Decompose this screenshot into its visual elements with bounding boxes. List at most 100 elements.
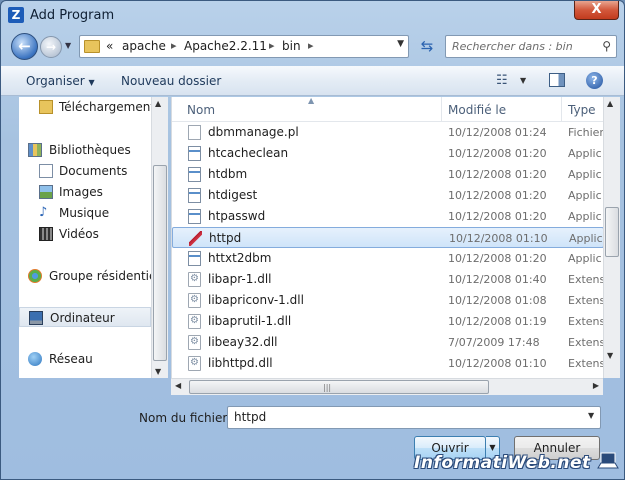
address-history-chevron-down-icon[interactable]: ▼ — [397, 39, 404, 49]
file-row[interactable]: htcacheclean 10/12/2008 01:20 Applic — [172, 143, 603, 164]
breadcrumb-apache[interactable]: apache — [122, 39, 166, 53]
title-bar[interactable]: Z Add Program X — [1, 1, 624, 31]
new-folder-button[interactable]: Nouveau dossier — [121, 74, 221, 88]
document-file-icon — [188, 125, 201, 140]
file-type: Applic — [568, 210, 602, 223]
nav-label: Bibliothèques — [49, 143, 131, 157]
dll-file-icon — [188, 356, 201, 371]
sort-ascending-icon: ▲ — [308, 97, 315, 105]
images-icon — [39, 185, 53, 199]
file-row[interactable]: htpasswd 10/12/2008 01:20 Applic — [172, 206, 603, 227]
navigation-bar: ← → ▼ « apache ▸ Apache2.2.11 ▸ bin ▸ ▼ … — [7, 32, 619, 62]
organize-menu[interactable]: Organiser ▼ — [26, 74, 95, 88]
dll-file-icon — [188, 293, 201, 308]
filename-history-chevron-down-icon[interactable]: ▼ — [588, 411, 594, 420]
address-bar[interactable]: « apache ▸ Apache2.2.11 ▸ bin ▸ ▼ — [79, 35, 409, 58]
file-date: 10/12/2008 01:20 — [448, 189, 547, 202]
breadcrumb-apache2211[interactable]: Apache2.2.11 — [184, 39, 267, 53]
file-name: dbmmanage.pl — [208, 125, 299, 139]
file-row[interactable]: libapriconv-1.dll 10/12/2008 01:08 Exten… — [172, 290, 603, 311]
forward-button[interactable]: → — [40, 36, 62, 58]
file-row[interactable]: libaprutil-1.dll 10/12/2008 01:19 Extens — [172, 311, 603, 332]
column-divider[interactable] — [561, 97, 562, 122]
breadcrumb-bin[interactable]: bin — [282, 39, 301, 53]
breadcrumb-overflow[interactable]: « — [106, 39, 113, 53]
file-name: htpasswd — [208, 209, 266, 223]
search-icon[interactable]: ⚲ — [602, 39, 611, 53]
file-date: 10/12/2008 01:40 — [448, 273, 547, 286]
file-row[interactable]: libeay32.dll 7/07/2009 17:48 Extens — [172, 332, 603, 353]
column-header-modified[interactable]: Modifié le — [448, 103, 506, 117]
file-row[interactable]: libhttpd.dll 10/12/2008 01:10 Extens — [172, 353, 603, 374]
network-globe-icon — [28, 352, 42, 366]
file-name: htcacheclean — [208, 146, 289, 160]
homegroup-icon — [28, 269, 42, 283]
view-options-chevron-down-icon[interactable]: ▼ — [520, 76, 526, 85]
videos-icon — [39, 227, 53, 241]
refresh-icon[interactable]: ⇆ — [415, 35, 439, 58]
scroll-up-arrow-icon[interactable]: ▲ — [155, 99, 161, 108]
nav-label: Images — [59, 185, 103, 199]
nav-item-videos[interactable]: Vidéos — [19, 224, 151, 244]
file-row-selected[interactable]: httpd 10/12/2008 01:10 Applic — [172, 227, 603, 248]
scroll-left-arrow-icon[interactable]: ◀ — [175, 381, 181, 390]
scroll-down-arrow-icon[interactable]: ▼ — [155, 367, 161, 376]
file-date: 10/12/2008 01:10 — [448, 357, 547, 370]
add-program-dialog: Z Add Program X ← → ▼ « apache ▸ Apache2… — [0, 0, 625, 480]
file-list-vertical-scrollbar[interactable]: ▲ ▼ — [603, 97, 620, 378]
navigation-pane-scrollbar[interactable]: ▲ ▼ — [151, 97, 168, 378]
filename-label: Nom du fichier : — [139, 411, 236, 425]
file-name: htdigest — [208, 188, 258, 202]
column-header-name[interactable]: Nom — [187, 103, 215, 117]
nav-item-homegroup[interactable]: Groupe résidentiel — [19, 266, 151, 286]
libraries-icon — [28, 143, 42, 157]
file-name: libeay32.dll — [208, 335, 278, 349]
file-row[interactable]: libapr-1.dll 10/12/2008 01:40 Extens — [172, 269, 603, 290]
file-name: httpd — [209, 231, 242, 245]
help-icon[interactable]: ? — [586, 72, 603, 89]
application-icon — [188, 209, 201, 224]
close-button[interactable]: X — [574, 1, 619, 20]
file-list: ▲ Nom Modifié le Type dbmmanage.pl 10/12… — [171, 97, 603, 378]
downloads-folder-icon — [39, 100, 53, 114]
nav-item-libraries[interactable]: Bibliothèques — [19, 140, 151, 160]
watermark-text: InformatiWeb.net — [414, 453, 591, 473]
dll-file-icon — [188, 335, 201, 350]
nav-item-computer[interactable]: Ordinateur — [19, 307, 151, 327]
nav-item-network[interactable]: Réseau — [19, 349, 151, 369]
nav-label: Groupe résidentiel — [49, 269, 151, 283]
scroll-up-arrow-icon[interactable]: ▲ — [607, 99, 613, 108]
search-input[interactable]: Rechercher dans : bin — [452, 40, 577, 53]
preview-pane-icon[interactable] — [549, 73, 565, 87]
file-row[interactable]: dbmmanage.pl 10/12/2008 01:24 Fichier — [172, 122, 603, 143]
nav-item-music[interactable]: ♪ Musique — [19, 203, 151, 223]
breadcrumb-separator-icon[interactable]: ▸ — [308, 39, 314, 52]
column-divider[interactable] — [441, 97, 442, 122]
breadcrumb-separator-icon[interactable]: ▸ — [269, 39, 275, 52]
recent-pages-chevron-down-icon[interactable]: ▼ — [65, 41, 71, 50]
scrollbar-thumb[interactable] — [189, 380, 489, 394]
change-view-icon[interactable]: ☷ — [496, 73, 508, 88]
nav-label: Ordinateur — [50, 311, 115, 325]
scrollbar-thumb[interactable] — [153, 165, 167, 361]
scroll-down-arrow-icon[interactable]: ▼ — [607, 351, 613, 360]
file-list-horizontal-scrollbar[interactable]: ◀ ||| ▶ — [171, 378, 603, 395]
file-row[interactable]: httxt2dbm 10/12/2008 01:20 Applic — [172, 248, 603, 269]
file-name: libapr-1.dll — [208, 272, 272, 286]
nav-item-documents[interactable]: Documents — [19, 161, 151, 181]
column-header-type[interactable]: Type — [568, 103, 596, 117]
filename-input[interactable]: httpd — [227, 406, 601, 429]
scroll-right-arrow-icon[interactable]: ▶ — [593, 381, 599, 390]
file-name: libaprutil-1.dll — [208, 314, 292, 328]
dll-file-icon — [188, 314, 201, 329]
search-box[interactable]: Rechercher dans : bin ⚲ — [445, 35, 617, 58]
scrollbar-thumb[interactable] — [605, 207, 619, 257]
nav-label: Musique — [59, 206, 110, 220]
file-row[interactable]: htdbm 10/12/2008 01:20 Applic — [172, 164, 603, 185]
file-date: 10/12/2008 01:19 — [448, 315, 547, 328]
nav-item-images[interactable]: Images — [19, 182, 151, 202]
breadcrumb-separator-icon[interactable]: ▸ — [171, 39, 177, 52]
file-row[interactable]: htdigest 10/12/2008 01:20 Applic — [172, 185, 603, 206]
back-button[interactable]: ← — [11, 33, 38, 60]
nav-item-downloads[interactable]: Téléchargements — [19, 97, 151, 117]
